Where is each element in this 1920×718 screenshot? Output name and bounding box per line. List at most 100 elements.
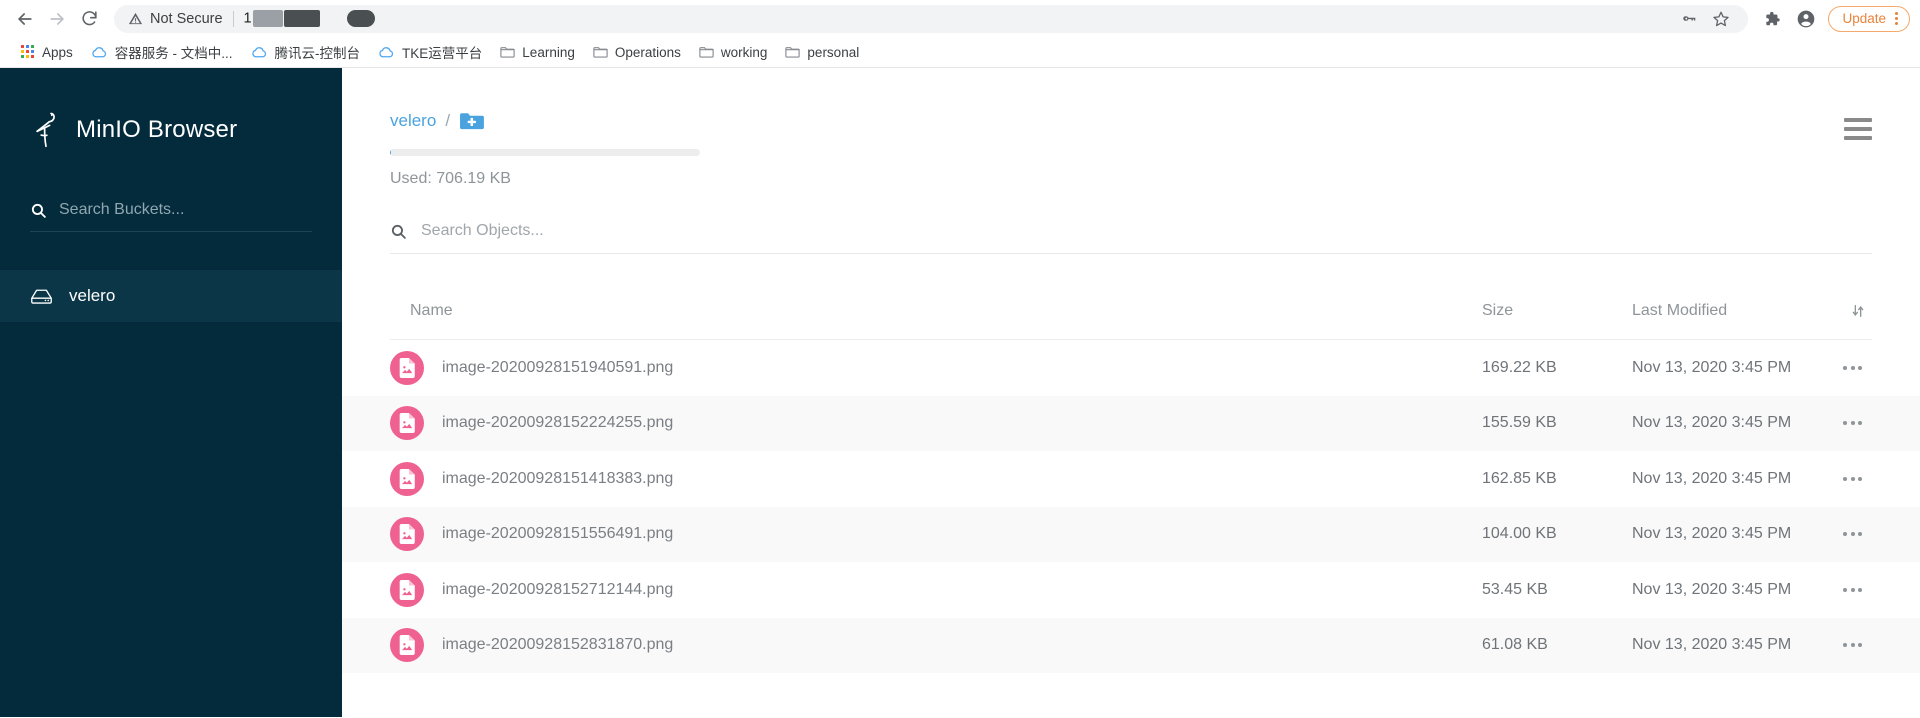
row-name-cell: image-20200928151556491.png <box>390 517 1482 552</box>
row-size-cell: 155.59 KB <box>1482 414 1557 432</box>
kebab-menu-icon[interactable] <box>1890 12 1903 25</box>
arrow-right-icon <box>50 12 64 25</box>
bookmark-apps[interactable]: Apps <box>12 42 82 63</box>
table-header-row: Name Size Last Modified <box>390 302 1872 340</box>
image-file-icon <box>390 517 424 552</box>
image-file-icon <box>390 461 424 496</box>
bookmark-folder[interactable]: Operations <box>584 42 690 63</box>
column-header-sort[interactable] <box>1812 303 1872 319</box>
row-size-cell: 104.00 KB <box>1482 525 1557 543</box>
folder-icon <box>699 46 714 59</box>
file-name: image-20200928152831870.png <box>442 636 674 654</box>
bucket-search[interactable] <box>30 201 312 232</box>
bucket-label: velero <box>69 286 116 305</box>
key-icon[interactable] <box>1676 6 1702 32</box>
more-options-icon[interactable] <box>1839 469 1866 489</box>
table-row[interactable]: image-20200928152224255.png 155.59 KB No… <box>342 395 1920 451</box>
sidebar: MinIO Browser velero <box>0 68 342 717</box>
arrow-left-icon <box>18 12 32 25</box>
more-options-icon[interactable] <box>1839 524 1866 544</box>
table-row[interactable]: image-20200928151418383.png 162.85 KB No… <box>342 451 1920 507</box>
column-header-size[interactable]: Size <box>1482 302 1632 320</box>
browser-chrome: Not Secure 1 Update Apps 容器服务 - 文档中... 腾… <box>0 0 1920 68</box>
reload-icon <box>81 11 97 26</box>
forward-button[interactable] <box>42 4 72 34</box>
bucket-list: velero <box>0 270 342 322</box>
more-options-icon[interactable] <box>1839 635 1866 655</box>
table-row[interactable]: image-20200928151940591.png 169.22 KB No… <box>342 340 1920 396</box>
update-button[interactable]: Update <box>1828 5 1910 32</box>
bookmark-item[interactable]: TKE运营平台 <box>369 39 491 65</box>
row-modified-cell: Nov 13, 2020 3:45 PM <box>1632 525 1792 543</box>
main-content: velero / Used: 706.19 KB Search Objects.… <box>342 68 1920 717</box>
usage-progress-fill <box>390 149 391 156</box>
bookmark-item[interactable]: 容器服务 - 文档中... <box>82 39 242 65</box>
warning-triangle-icon <box>128 11 143 26</box>
row-modified-cell: Nov 13, 2020 3:45 PM <box>1632 580 1792 598</box>
sidebar-logo: MinIO Browser <box>0 104 342 156</box>
bookmark-star-icon[interactable] <box>1708 6 1734 32</box>
row-name-cell: image-20200928152712144.png <box>390 572 1482 607</box>
bookmark-item[interactable]: 腾讯云-控制台 <box>242 39 370 65</box>
folder-plus-icon <box>460 113 484 130</box>
search-objects-input[interactable] <box>421 222 1872 240</box>
create-folder-button[interactable] <box>459 110 484 131</box>
bookmark-label: Learning <box>522 44 575 60</box>
file-name: image-20200928152224255.png <box>442 414 674 432</box>
image-file-icon <box>390 628 424 663</box>
image-file-icon <box>390 572 424 607</box>
more-options-icon[interactable] <box>1839 358 1866 378</box>
folder-icon <box>500 46 515 59</box>
more-options-icon[interactable] <box>1839 580 1866 600</box>
file-name: image-20200928152712144.png <box>442 580 674 598</box>
hamburger-menu-icon[interactable] <box>1844 118 1872 140</box>
folder-icon <box>593 46 608 59</box>
table-row[interactable]: image-20200928151556491.png 104.00 KB No… <box>342 506 1920 562</box>
row-size-cell: 61.08 KB <box>1482 636 1548 654</box>
bookmark-label: 腾讯云-控制台 <box>274 46 361 61</box>
profile-button[interactable] <box>1792 5 1820 33</box>
file-name: image-20200928151940591.png <box>442 358 674 376</box>
row-modified-cell: Nov 13, 2020 3:45 PM <box>1632 636 1792 654</box>
row-size-cell: 162.85 KB <box>1482 469 1557 487</box>
update-label: Update <box>1842 11 1886 26</box>
image-file-icon <box>390 406 424 441</box>
row-size-cell: 169.22 KB <box>1482 358 1557 376</box>
bookmark-label: Operations <box>614 44 681 60</box>
folder-icon <box>785 46 801 59</box>
row-size-cell: 53.45 KB <box>1482 580 1548 598</box>
table-row[interactable]: image-20200928152712144.png 53.45 KB Nov… <box>342 562 1920 618</box>
bookmarks-bar: Apps 容器服务 - 文档中... 腾讯云-控制台 TKE运营平台 Learn… <box>0 37 1920 68</box>
column-header-last-modified[interactable]: Last Modified <box>1632 302 1812 320</box>
sort-arrows-icon <box>1852 305 1864 317</box>
column-header-name[interactable]: Name <box>390 302 1482 320</box>
omnibox-divider <box>232 10 234 27</box>
bookmark-folder[interactable]: Learning <box>491 42 584 63</box>
file-name: image-20200928151418383.png <box>442 469 674 487</box>
row-modified-cell: Nov 13, 2020 3:45 PM <box>1632 469 1792 487</box>
breadcrumb: velero / <box>390 110 1844 131</box>
bookmark-label: 容器服务 - 文档中... <box>114 46 233 61</box>
browser-toolbar: Not Secure 1 Update <box>0 0 1920 37</box>
bookmark-folder[interactable]: personal <box>776 42 868 63</box>
object-search[interactable] <box>390 222 1872 254</box>
image-file-icon <box>390 350 424 385</box>
bookmark-label: TKE运营平台 <box>402 46 483 61</box>
search-icon <box>390 223 407 240</box>
back-button[interactable] <box>10 4 40 34</box>
address-bar[interactable]: Not Secure 1 <box>114 4 1749 33</box>
extensions-button[interactable] <box>1758 5 1786 33</box>
bookmark-folder[interactable]: working <box>690 42 777 63</box>
apps-grid-icon <box>21 45 35 59</box>
minio-flamingo-logo-icon <box>30 109 60 151</box>
reload-button[interactable] <box>74 4 104 34</box>
table-row[interactable]: image-20200928152831870.png 61.08 KB Nov… <box>342 617 1920 673</box>
more-options-icon[interactable] <box>1839 413 1866 433</box>
search-icon <box>30 202 47 219</box>
row-modified-cell: Nov 13, 2020 3:45 PM <box>1632 414 1792 432</box>
sidebar-item-velero[interactable]: velero <box>0 270 342 322</box>
bucket-icon <box>30 287 53 305</box>
breadcrumb-bucket-link[interactable]: velero <box>390 111 436 131</box>
search-buckets-input[interactable] <box>59 201 312 219</box>
puzzle-piece-icon <box>1766 11 1781 25</box>
